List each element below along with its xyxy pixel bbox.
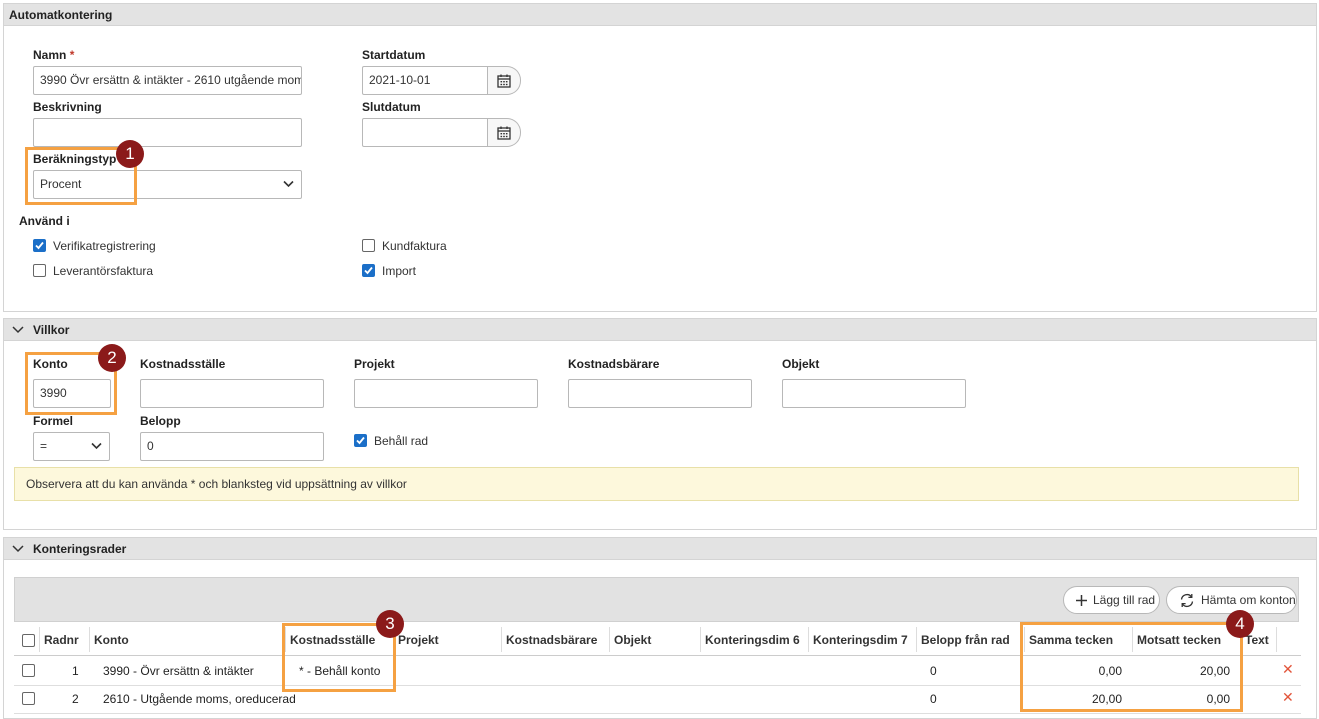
row-belopp-fran-rad: 0 <box>930 664 937 678</box>
check-icon <box>356 436 365 445</box>
calendar-icon <box>497 74 511 88</box>
start-date-input[interactable]: 2021-10-01 <box>362 66 488 95</box>
checkbox-verifikatregistrering[interactable] <box>33 239 46 252</box>
column-header-konteringsdim-7[interactable]: Konteringsdim 7 <box>813 633 908 647</box>
row-checkbox[interactable] <box>22 692 35 705</box>
chevron-down-icon <box>283 180 294 188</box>
check-icon <box>35 241 44 250</box>
row-radnr: 1 <box>72 664 79 678</box>
panel-header-villkor[interactable]: Villkor <box>4 319 1316 341</box>
panel-title: Automatkontering <box>9 8 113 22</box>
row-konto: 2610 - Utgående moms, oreducerad <box>103 692 296 706</box>
chevron-down-icon <box>12 319 24 342</box>
checkbox-import[interactable] <box>362 264 375 277</box>
checkbox-behall-rad[interactable] <box>354 434 367 447</box>
panel-title: Villkor <box>33 323 70 337</box>
objekt-input[interactable] <box>782 379 966 408</box>
notice-box: Observera att du kan använda * och blank… <box>14 467 1299 501</box>
refresh-accounts-button[interactable]: Hämta om konton <box>1166 586 1297 614</box>
step-badge-2: 2 <box>98 344 126 372</box>
start-date-calendar-button[interactable] <box>488 66 521 95</box>
chevron-down-icon <box>91 442 102 450</box>
row-belopp-fran-rad: 0 <box>930 692 937 706</box>
formel-label: Formel <box>33 414 74 428</box>
column-header-objekt[interactable]: Objekt <box>614 633 651 647</box>
objekt-label: Objekt <box>782 357 820 371</box>
start-date-label: Startdatum <box>362 48 426 62</box>
highlight-tecken-columns <box>1020 622 1243 712</box>
delete-row-icon[interactable]: ✕ <box>1282 661 1294 678</box>
use-in-label: Använd i <box>19 214 70 228</box>
select-all-checkbox[interactable] <box>22 634 35 647</box>
step-badge-1: 1 <box>116 140 144 168</box>
checkbox-label: Verifikatregistrering <box>53 239 156 253</box>
step-badge-3: 3 <box>376 610 404 638</box>
table-toolbar: Lägg till rad Hämta om konton <box>14 577 1299 622</box>
column-header-konteringsdim-6[interactable]: Konteringsdim 6 <box>705 633 800 647</box>
description-input[interactable] <box>33 118 302 147</box>
column-header-konto[interactable]: Konto <box>94 633 129 647</box>
column-header-radnr[interactable]: Radnr <box>44 633 79 647</box>
checkbox-label: Kundfaktura <box>382 239 447 253</box>
chevron-down-icon <box>12 538 24 561</box>
checkbox-label: Leverantörsfaktura <box>53 264 154 278</box>
column-header-text[interactable]: Text <box>1245 633 1269 647</box>
panel-header-automatkontering: Automatkontering <box>4 4 1316 26</box>
step-badge-4: 4 <box>1226 610 1254 638</box>
refresh-accounts-label: Hämta om konton <box>1201 593 1296 607</box>
check-icon <box>364 266 373 275</box>
refresh-icon <box>1180 593 1194 608</box>
panel-title: Konteringsrader <box>33 542 127 556</box>
belopp-input[interactable]: 0 <box>140 432 324 461</box>
column-header-kostnadsbarare[interactable]: Kostnadsbärare <box>506 633 597 647</box>
column-header-belopp-fran-rad[interactable]: Belopp från rad <box>921 633 1010 647</box>
description-label: Beskrivning <box>33 100 102 114</box>
delete-row-icon[interactable]: ✕ <box>1282 689 1294 706</box>
kostnadsstalle-label: Kostnadsställe <box>140 357 226 371</box>
plus-icon <box>1076 595 1087 606</box>
end-date-calendar-button[interactable] <box>488 118 521 147</box>
end-date-label: Slutdatum <box>362 100 421 114</box>
name-label: Namn * <box>33 48 75 62</box>
add-row-button[interactable]: Lägg till rad <box>1063 586 1160 614</box>
calendar-icon <box>497 126 511 140</box>
add-row-label: Lägg till rad <box>1093 593 1156 607</box>
formel-value: = <box>40 439 48 453</box>
panel-header-konteringsrader[interactable]: Konteringsrader <box>4 538 1316 560</box>
belopp-label: Belopp <box>140 414 181 428</box>
row-konto: 3990 - Övr ersättn & intäkter <box>103 664 254 678</box>
name-input[interactable]: 3990 Övr ersättn & intäkter - 2610 utgåe… <box>33 66 302 95</box>
checkbox-leverantorsfaktura[interactable] <box>33 264 46 277</box>
checkbox-label: Import <box>382 264 417 278</box>
projekt-input[interactable] <box>354 379 538 408</box>
kostnadsstalle-input[interactable] <box>140 379 324 408</box>
kostnadsbarare-label: Kostnadsbärare <box>568 357 660 371</box>
formel-select[interactable]: = <box>33 432 110 461</box>
automatkontering-panel: Automatkontering <box>3 3 1317 312</box>
kostnadsbarare-input[interactable] <box>568 379 752 408</box>
projekt-label: Projekt <box>354 357 395 371</box>
row-checkbox[interactable] <box>22 664 35 677</box>
end-date-input[interactable] <box>362 118 488 147</box>
checkbox-kundfaktura[interactable] <box>362 239 375 252</box>
column-header-projekt[interactable]: Projekt <box>398 633 439 647</box>
row-radnr: 2 <box>72 692 79 706</box>
behall-rad-label: Behåll rad <box>374 434 429 448</box>
